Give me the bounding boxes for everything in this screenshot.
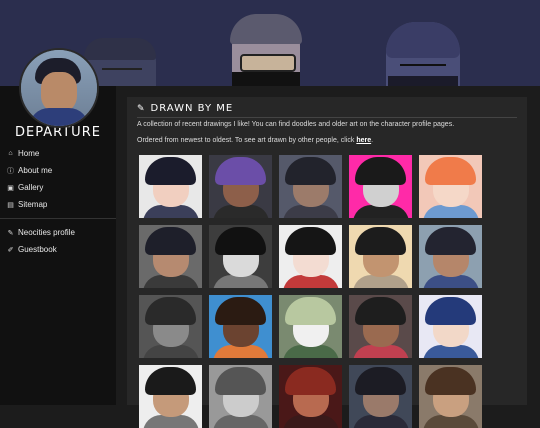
avatar	[19, 48, 99, 128]
map-icon: ▤	[7, 201, 14, 209]
nav-item-label: About me	[18, 166, 53, 175]
intro-text: A collection of recent drawings I like! …	[137, 121, 455, 128]
gallery-thumbnail[interactable]	[279, 225, 342, 288]
nav-item-about[interactable]: ⓘ About me	[6, 162, 110, 179]
gallery-thumbnail[interactable]	[139, 295, 202, 358]
gallery-thumbnail[interactable]	[209, 155, 272, 218]
section-title: DRAWN BY ME	[150, 103, 234, 114]
nav-divider	[0, 218, 116, 219]
home-icon: ⌂	[8, 150, 13, 157]
banner-character-center	[230, 14, 302, 86]
gallery-thumbnail[interactable]	[419, 295, 482, 358]
info-icon: ⓘ	[7, 167, 14, 175]
nav-item-label: Gallery	[18, 183, 44, 192]
nav-link-label: Neocities profile	[18, 228, 75, 237]
sidebar-nav: ⌂ Home ⓘ About me ▣ Gallery ▤ Sitemap ✎ …	[0, 145, 116, 258]
nav-link-neocities-profile[interactable]: ✎ Neocities profile	[6, 224, 110, 241]
gallery-thumbnail[interactable]	[349, 295, 412, 358]
gallery-thumbnail[interactable]	[209, 365, 272, 428]
nav-item-label: Home	[18, 149, 40, 158]
gallery-thumbnail[interactable]	[139, 225, 202, 288]
nav-item-sitemap[interactable]: ▤ Sitemap	[6, 196, 110, 213]
gallery-thumbnail[interactable]	[349, 225, 412, 288]
nav-item-label: Sitemap	[18, 200, 48, 209]
gallery-thumbnail[interactable]	[209, 225, 272, 288]
brush-icon: ✎	[137, 103, 146, 114]
gallery-thumbnail[interactable]	[139, 365, 202, 428]
nav-item-home[interactable]: ⌂ Home	[6, 145, 110, 162]
gallery-thumbnail[interactable]	[279, 155, 342, 218]
gallery-thumbnail[interactable]	[279, 295, 342, 358]
order-text-end: .	[371, 137, 374, 144]
banner-character-right	[386, 22, 460, 86]
gallery-thumbnail[interactable]	[349, 155, 412, 218]
gallery-thumbnail[interactable]	[419, 155, 482, 218]
gallery-thumbnail[interactable]	[419, 225, 482, 288]
order-text-body: Ordered from newest to oldest. To see ar…	[137, 137, 357, 144]
other-art-link[interactable]: here	[356, 137, 371, 144]
order-text: Ordered from newest to oldest. To see ar…	[137, 137, 521, 144]
feather-icon: ✐	[7, 246, 14, 254]
nav-link-label: Guestbook	[18, 245, 57, 254]
gallery-thumbnail[interactable]	[279, 365, 342, 428]
nav-item-gallery[interactable]: ▣ Gallery	[6, 179, 110, 196]
cat-icon: ✎	[7, 229, 14, 237]
heading-divider	[137, 117, 517, 118]
nav-link-guestbook[interactable]: ✐ Guestbook	[6, 241, 110, 258]
section-heading: ✎ DRAWN BY ME	[137, 103, 233, 114]
gallery-thumbnail[interactable]	[209, 295, 272, 358]
image-icon: ▣	[7, 184, 14, 192]
main-content: ✎ DRAWN BY ME A collection of recent dra…	[127, 97, 527, 428]
gallery-thumbnail[interactable]	[419, 365, 482, 428]
gallery-thumbnail[interactable]	[139, 155, 202, 218]
gallery-thumbnail[interactable]	[349, 365, 412, 428]
